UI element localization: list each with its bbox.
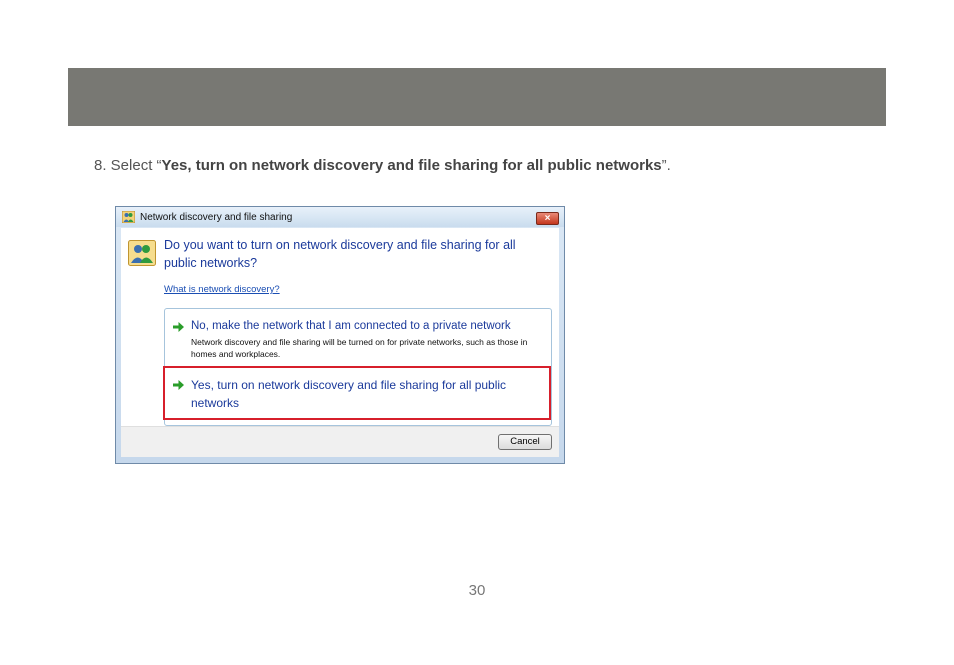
close-icon: ×	[544, 213, 551, 224]
options-panel: No, make the network that I am connected…	[163, 308, 552, 426]
network-users-icon	[128, 240, 156, 266]
option-private-network-description: Network discovery and file sharing will …	[191, 337, 528, 359]
dialog-content: Do you want to turn on network discovery…	[121, 228, 559, 457]
dialog-question: Do you want to turn on network discovery…	[164, 238, 516, 270]
header-bar	[68, 68, 886, 126]
dialog-titlebar: Network discovery and file sharing ×	[116, 207, 564, 227]
dialog-title: Network discovery and file sharing	[140, 212, 293, 223]
help-link[interactable]: What is network discovery?	[164, 284, 280, 295]
instruction-text: 8. Select “Yes, turn on network discover…	[94, 157, 671, 174]
instruction-suffix: ”.	[661, 157, 671, 174]
instruction-bold: Yes, turn on network discovery and file …	[161, 157, 662, 174]
option-public-networks[interactable]: Yes, turn on network discovery and file …	[191, 377, 541, 412]
page-number: 30	[468, 582, 486, 599]
option-private-network[interactable]: No, make the network that I am connected…	[191, 320, 511, 332]
close-button[interactable]: ×	[536, 212, 559, 225]
dialog-footer: Cancel	[121, 426, 559, 457]
green-arrow-icon	[173, 380, 184, 390]
network-users-icon	[122, 211, 135, 223]
cancel-button[interactable]: Cancel	[498, 434, 552, 450]
network-discovery-dialog: Network discovery and file sharing × Do …	[115, 206, 565, 464]
instruction-prefix: 8. Select “	[94, 157, 162, 174]
green-arrow-icon	[173, 322, 184, 332]
